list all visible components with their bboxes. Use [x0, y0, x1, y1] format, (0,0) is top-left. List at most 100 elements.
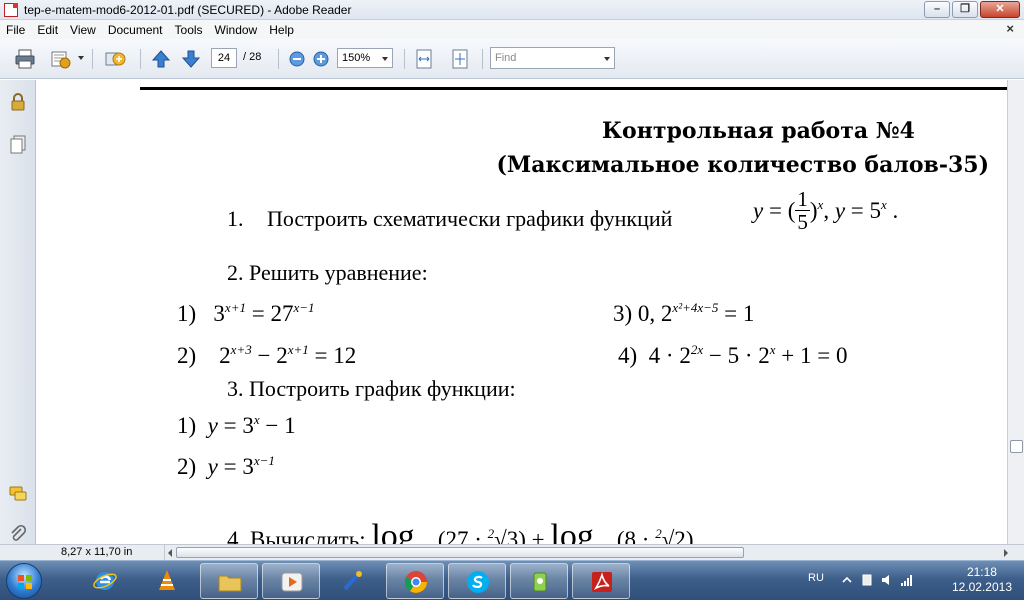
menu-file[interactable]: File: [0, 23, 31, 37]
window-controls: – ❐ ✕: [922, 1, 1020, 18]
document-close-button[interactable]: ×: [1006, 21, 1014, 36]
collaborate-icon[interactable]: [104, 48, 126, 70]
close-button[interactable]: ✕: [980, 1, 1020, 18]
fit-page-icon[interactable]: [449, 48, 471, 70]
comments-icon[interactable]: [8, 484, 28, 504]
vertical-scrollbar[interactable]: [1007, 80, 1024, 544]
taskbar-internet-explorer[interactable]: [76, 563, 134, 599]
share-dropdown-arrow[interactable]: [78, 56, 84, 60]
task4-partial: 4. Вычислить: log (27 · 2√3) + log (8 · …: [227, 518, 693, 544]
equation-2-base: 2: [219, 343, 231, 368]
window-title: tep-e-matem-mod6-2012-01.pdf (SECURED) -…: [24, 3, 352, 17]
pages-icon[interactable]: [8, 134, 28, 154]
menu-view[interactable]: View: [64, 23, 102, 37]
maximize-button[interactable]: ❐: [952, 1, 978, 18]
find-input[interactable]: Find: [490, 47, 615, 69]
taskbar-vlc[interactable]: [138, 563, 196, 599]
task4-log2: log: [550, 518, 594, 544]
zoom-level-select[interactable]: 150%: [337, 48, 393, 68]
horizontal-scrollbar-thumb[interactable]: [176, 547, 744, 558]
network-signal-icon[interactable]: [900, 573, 914, 587]
skype-icon: [467, 571, 489, 593]
start-button[interactable]: [6, 563, 42, 599]
internet-explorer-icon: [93, 572, 117, 590]
task4-arg2: (8 ·: [616, 527, 656, 544]
function-1: 1) y = 3x − 1: [177, 412, 296, 439]
task4-root2: √2: [661, 527, 686, 544]
taskbar-green-app[interactable]: [510, 563, 568, 599]
previous-page-icon[interactable]: [150, 48, 172, 70]
taskbar-skype[interactable]: [448, 563, 506, 599]
zoom-in-icon[interactable]: [310, 48, 332, 70]
equation-1-exp2: x−1: [293, 300, 315, 315]
minimize-icon: –: [933, 3, 941, 15]
attachments-paperclip-icon[interactable]: [8, 524, 28, 544]
function-1-mid: = 3: [217, 413, 254, 438]
print-icon[interactable]: [14, 48, 36, 70]
security-lock-icon[interactable]: [8, 92, 28, 112]
paint-brush-icon: [343, 571, 362, 591]
next-page-icon[interactable]: [180, 48, 202, 70]
language-indicator[interactable]: RU: [808, 572, 824, 584]
horizontal-scrollbar[interactable]: [168, 546, 1008, 559]
vertical-scrollbar-thumb[interactable]: [1010, 440, 1023, 453]
menu-bar: File Edit View Document Tools Window Hel…: [0, 20, 1024, 39]
device-icon[interactable]: [860, 573, 874, 587]
function-1-number: 1): [177, 413, 197, 438]
function-2-number: 2): [177, 454, 197, 479]
task1-text: Построить схематически графики функций: [267, 206, 673, 231]
volume-icon[interactable]: [880, 573, 894, 587]
scroll-right-icon[interactable]: [1004, 549, 1008, 557]
task1-fraction-num: 1: [795, 187, 810, 211]
page-number-input[interactable]: 24: [211, 48, 237, 68]
clock[interactable]: 21:18 12.02.2013: [952, 565, 1012, 595]
equation-4-tail: + 1 = 0: [775, 343, 848, 368]
navigation-panel: [0, 80, 36, 544]
task1-formula-tail2: ,: [823, 197, 835, 223]
scroll-left-icon[interactable]: [168, 549, 172, 557]
equation-1-exp1: x+1: [224, 300, 246, 315]
equation-4: 4) 4 · 22x − 5 · 2x + 1 = 0: [618, 342, 848, 369]
taskbar-adobe-reader[interactable]: [572, 563, 630, 599]
zoom-value: 150%: [342, 52, 371, 64]
task1-fraction-den: 5: [797, 210, 808, 234]
taskbar-paint[interactable]: [324, 563, 382, 599]
equation-1: 1) 3x+1 = 27x−1: [177, 300, 315, 327]
equation-3-base: 0, 2: [637, 301, 673, 326]
toolbar-separator: [482, 49, 483, 69]
menu-window[interactable]: Window: [209, 23, 264, 37]
status-bar: 8,27 x 11,70 in: [0, 544, 1024, 560]
windows-logo-icon: [18, 575, 32, 589]
equation-3-number: 3): [613, 301, 633, 326]
vlc-cone-icon: [159, 570, 175, 590]
task1-number: 1.: [227, 206, 244, 231]
chevron-up-icon[interactable]: [840, 573, 854, 587]
adobe-reader-icon: [592, 572, 612, 592]
restore-icon: ❐: [960, 3, 970, 15]
close-icon: ✕: [995, 3, 1005, 15]
taskbar-file-explorer[interactable]: [200, 563, 258, 599]
equation-1-number: 1): [177, 301, 197, 326]
taskbar-media-player[interactable]: [262, 563, 320, 599]
minimize-button[interactable]: –: [924, 1, 950, 18]
menu-document[interactable]: Document: [102, 23, 169, 37]
menu-tools[interactable]: Tools: [169, 23, 209, 37]
equation-1-base: 3: [213, 301, 225, 326]
equation-3-exp1: x²+4x−5: [672, 300, 719, 315]
share-email-icon[interactable]: [50, 48, 72, 70]
menu-edit[interactable]: Edit: [31, 23, 64, 37]
task1-formula-y2: y: [834, 197, 846, 223]
system-tray: RU 21:18 12.02.2013: [784, 561, 1024, 601]
zoom-out-icon[interactable]: [286, 48, 308, 70]
fit-width-icon[interactable]: [413, 48, 435, 70]
equation-1-mid: = 27: [245, 301, 294, 326]
windows-taskbar: RU 21:18 12.02.2013: [0, 560, 1024, 600]
toolbar-separator: [404, 49, 405, 69]
task1-formula-eq: = (: [763, 197, 796, 223]
taskbar-chrome[interactable]: [386, 563, 444, 599]
document-heading-title: Контрольная работа №4: [602, 118, 915, 144]
document-view[interactable]: Контрольная работа №4 (Максимальное коли…: [37, 80, 1007, 544]
menu-help[interactable]: Help: [263, 23, 300, 37]
page-top-border: [140, 87, 1007, 90]
find-placeholder: Find: [495, 52, 517, 64]
